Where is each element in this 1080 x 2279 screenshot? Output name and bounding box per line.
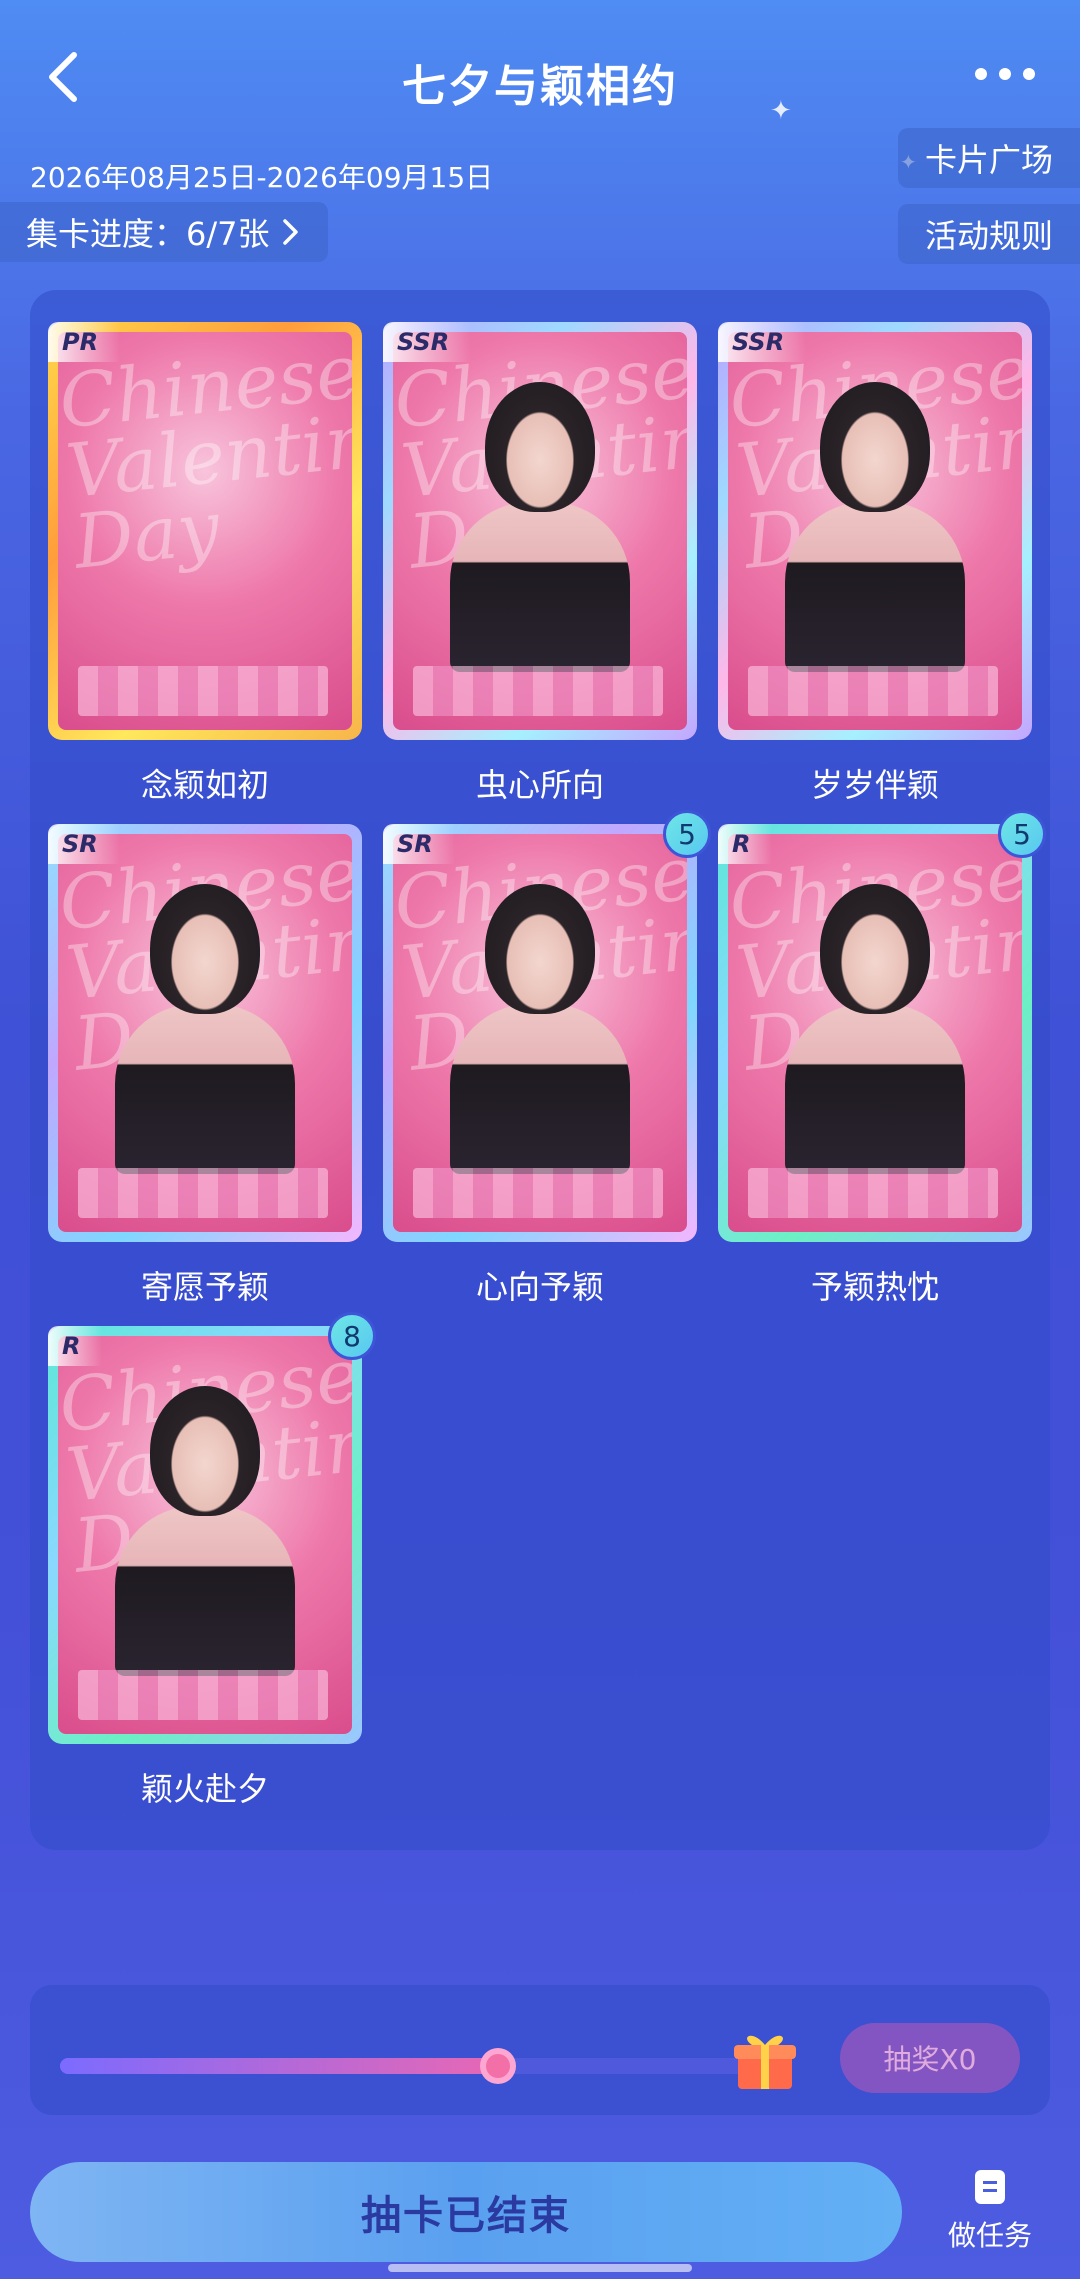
portrait-head [485,884,595,1014]
card-artwork: Chinese Valentine's Day [58,332,352,730]
card-item[interactable]: Chinese Valentine's Day SSR 虫心所向 [383,322,697,806]
reward-progress-knob [480,2048,516,2084]
card-item[interactable]: Chinese Valentine's Day R 5 予颖热忱 [718,810,1046,1308]
do-task-button[interactable]: 做任务 [930,2170,1050,2270]
card-item[interactable]: Chinese Valentine's Day PR 念颖如初 [48,322,362,806]
reward-progress-fill [60,2058,498,2074]
card-name: 予颖热忱 [810,1268,939,1306]
card-name: 颖火赴夕 [140,1770,269,1808]
card-blurred-text [748,1168,998,1218]
rarity-tag: SSR [718,322,807,362]
do-task-label: 做任务 [947,2219,1032,2252]
portrait-figure [115,1004,295,1174]
card-frame: Chinese Valentine's Day R 8 [48,1312,376,1744]
card-artwork: Chinese Valentine's Day [58,1336,352,1734]
card-count-badge: 8 [328,1312,376,1360]
card-square-button[interactable]: 卡片广场 [898,128,1080,188]
portrait-figure [450,502,630,672]
gift-icon[interactable] [730,2023,800,2093]
card-frame: Chinese Valentine's Day SR [48,824,362,1242]
rarity-tag: R [718,824,773,864]
collection-progress-label: 集卡进度：6/7张 [26,215,270,253]
card-item[interactable]: Chinese Valentine's Day SR 寄愿予颖 [48,824,362,1308]
card-blurred-text [413,1168,663,1218]
card-collection-panel: Chinese Valentine's Day PR 念颖如初 Chinese … [30,290,1050,1850]
rarity-tag: PR [48,322,121,362]
card-blurred-text [78,1670,328,1720]
card-blurred-text [748,666,998,716]
lottery-button[interactable]: 抽奖X0 [840,2023,1020,2093]
card-artwork: Chinese Valentine's Day [393,834,687,1232]
card-frame: Chinese Valentine's Day SSR [718,322,1032,740]
card-frame: Chinese Valentine's Day PR [48,322,362,740]
card-frame: Chinese Valentine's Day R 5 [718,810,1046,1242]
card-name: 寄愿予颖 [140,1268,269,1306]
card-name: 岁岁伴颖 [810,766,939,804]
card-artwork: Chinese Valentine's Day [728,332,1022,730]
rarity-tag: SR [383,824,455,864]
rarity-tag: SSR [383,322,472,362]
card-art-script: Chinese Valentine's Day [58,332,352,586]
portrait-figure [785,1004,965,1174]
portrait-head [820,884,930,1014]
top-bar: 七夕与颖相约 [0,30,1080,130]
portrait-head [150,884,260,1014]
home-indicator [388,2264,692,2272]
portrait-figure [785,502,965,672]
reward-progress-bar [60,2048,790,2084]
more-dots-icon [975,68,987,80]
more-button[interactable] [960,44,1050,104]
card-blurred-text [78,1168,328,1218]
task-list-icon [975,2170,1005,2204]
more-dots-icon [999,68,1011,80]
collection-progress-button[interactable]: 集卡进度：6/7张 [0,202,328,262]
card-artwork: Chinese Valentine's Day [728,834,1022,1232]
portrait-head [820,382,930,512]
card-frame: Chinese Valentine's Day SR 5 [383,810,711,1242]
card-name: 念颖如初 [140,766,269,804]
draw-card-button[interactable]: 抽卡已结束 [30,2162,902,2262]
card-item[interactable]: Chinese Valentine's Day R 8 颖火赴夕 [48,1312,376,1810]
card-count-badge: 5 [998,810,1046,858]
card-artwork: Chinese Valentine's Day [393,332,687,730]
card-blurred-text [78,666,328,716]
rarity-tag: R [48,1326,103,1366]
portrait-figure [450,1004,630,1174]
more-dots-icon [1023,68,1035,80]
card-item[interactable]: Chinese Valentine's Day SSR 岁岁伴颖 [718,322,1032,806]
rarity-tag: SR [48,824,120,864]
event-date-range: 2026年08月25日-2026年09月15日 [30,161,494,194]
card-name: 心向予颖 [475,1268,604,1306]
card-item[interactable]: Chinese Valentine's Day SR 5 心向予颖 [383,810,711,1308]
portrait-figure [115,1506,295,1676]
reward-progress-panel: 抽奖X0 [30,1985,1050,2115]
card-name: 虫心所向 [475,766,604,804]
portrait-head [485,382,595,512]
chevron-right-icon [282,219,298,245]
activity-rules-button[interactable]: 活动规则 [898,204,1080,264]
card-artwork: Chinese Valentine's Day [58,834,352,1232]
page-title: 七夕与颖相约 [402,61,678,112]
card-frame: Chinese Valentine's Day SSR [383,322,697,740]
portrait-head [150,1386,260,1516]
card-count-badge: 5 [663,810,711,858]
card-blurred-text [413,666,663,716]
